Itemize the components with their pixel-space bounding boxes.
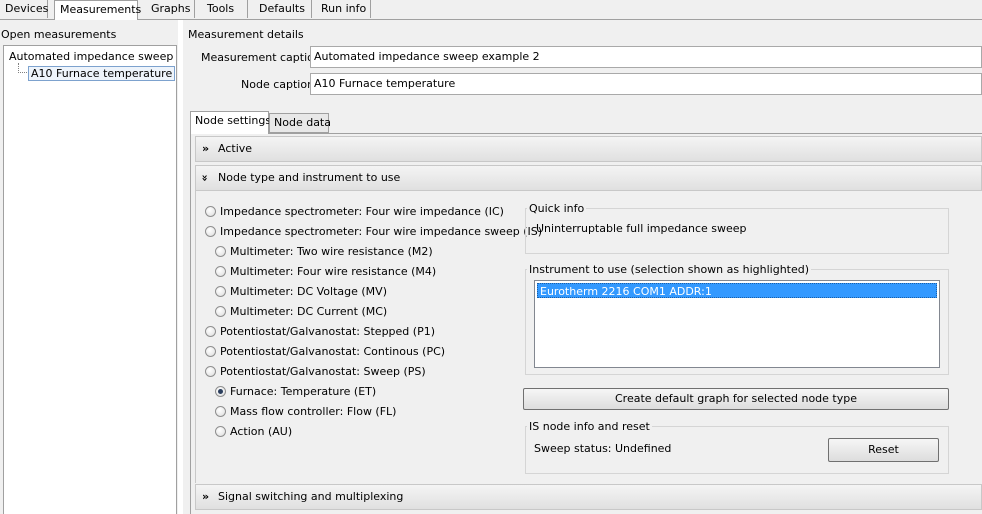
radio-label: Action (AU)	[230, 425, 293, 438]
node-caption-input[interactable]: A10 Furnace temperature	[310, 73, 982, 95]
radio-node-type-p1[interactable]: Potentiostat/Galvanostat: Stepped (P1)	[205, 325, 435, 338]
tab-graphs[interactable]: Graphs	[146, 0, 195, 18]
radio-button-icon	[215, 406, 226, 417]
radio-label: Furnace: Temperature (ET)	[230, 385, 377, 398]
radio-button-icon	[215, 266, 226, 277]
tab-defaults[interactable]: Defaults	[254, 0, 312, 18]
section-node-type-title: Node type and instrument to use	[218, 171, 401, 184]
radio-label: Multimeter: Four wire resistance (M4)	[230, 265, 437, 278]
radio-node-type-is[interactable]: Impedance spectrometer: Four wire impeda…	[205, 225, 542, 238]
radio-node-type-ps[interactable]: Potentiostat/Galvanostat: Sweep (PS)	[205, 365, 426, 378]
collapse-chevron-icon: »	[198, 174, 212, 182]
measurement-caption-label: Measurement caption	[201, 51, 321, 64]
radio-button-icon	[205, 366, 216, 377]
radio-button-icon	[215, 246, 226, 257]
radio-node-type-mc[interactable]: Multimeter: DC Current (MC)	[215, 305, 387, 318]
radio-node-type-ic[interactable]: Impedance spectrometer: Four wire impeda…	[205, 205, 504, 218]
radio-button-checked-icon	[215, 386, 226, 397]
radio-button-icon	[215, 426, 226, 437]
radio-button-icon	[205, 326, 216, 337]
radio-button-icon	[205, 206, 216, 217]
expand-chevron-icon: »	[202, 142, 210, 155]
quick-info-text: Uninterruptable full impedance sweep	[536, 222, 747, 235]
tree-item-child[interactable]: A10 Furnace temperature	[28, 66, 176, 81]
tab-node-data[interactable]: Node data	[269, 113, 331, 133]
radio-button-icon	[205, 346, 216, 357]
radio-node-type-au[interactable]: Action (AU)	[215, 425, 292, 438]
radio-node-type-pc[interactable]: Potentiostat/Galvanostat: Continous (PC)	[205, 345, 445, 358]
open-measurements-title: Open measurements	[1, 28, 117, 41]
quick-info-title: Quick info	[527, 202, 587, 215]
measurement-details-title: Measurement details	[188, 28, 304, 41]
radio-button-icon	[205, 226, 216, 237]
radio-label: Potentiostat/Galvanostat: Continous (PC)	[220, 345, 446, 358]
radio-label: Multimeter: DC Current (MC)	[230, 305, 388, 318]
section-signal-switching-title: Signal switching and multiplexing	[218, 490, 404, 503]
tree-connector-line	[18, 72, 27, 73]
radio-button-icon	[215, 306, 226, 317]
section-node-type-header[interactable]: » Node type and instrument to use	[195, 165, 982, 191]
radio-button-icon	[215, 286, 226, 297]
tab-run-info[interactable]: Run info	[316, 0, 371, 18]
expand-chevron-icon: »	[202, 490, 210, 503]
sweep-status-text: Sweep status: Undefined	[534, 442, 672, 455]
measurement-caption-input[interactable]: Automated impedance sweep example 2	[310, 46, 982, 68]
measurements-tree[interactable]: Automated impedance sweep exar A10 Furna…	[3, 45, 177, 514]
tab-devices[interactable]: Devices	[0, 0, 48, 18]
node-caption-label: Node caption	[241, 78, 315, 91]
create-default-graph-button[interactable]: Create default graph for selected node t…	[523, 388, 949, 410]
instrument-list-item-selected[interactable]: Eurotherm 2216 COM1 ADDR:1	[537, 283, 937, 298]
section-active-header[interactable]: » Active	[195, 136, 982, 162]
section-active-title: Active	[218, 142, 253, 155]
radio-label: Potentiostat/Galvanostat: Sweep (PS)	[220, 365, 426, 378]
tree-item-root[interactable]: Automated impedance sweep exar	[9, 50, 176, 63]
radio-label: Multimeter: Two wire resistance (M2)	[230, 245, 433, 258]
main-tab-bar: Devices Measurements Graphs Tools Defaul…	[0, 0, 982, 20]
tab-measurements[interactable]: Measurements	[54, 0, 141, 20]
radio-label: Impedance spectrometer: Four wire impeda…	[220, 205, 504, 218]
radio-node-type-fl[interactable]: Mass flow controller: Flow (FL)	[215, 405, 396, 418]
radio-node-type-m4[interactable]: Multimeter: Four wire resistance (M4)	[215, 265, 436, 278]
radio-node-type-m2[interactable]: Multimeter: Two wire resistance (M2)	[215, 245, 433, 258]
radio-label: Potentiostat/Galvanostat: Stepped (P1)	[220, 325, 435, 338]
section-signal-switching-header[interactable]: » Signal switching and multiplexing	[195, 484, 982, 510]
radio-label: Mass flow controller: Flow (FL)	[230, 405, 397, 418]
is-node-info-title: IS node info and reset	[527, 420, 652, 433]
instrument-title: Instrument to use (selection shown as hi…	[527, 263, 812, 276]
radio-label: Multimeter: DC Voltage (MV)	[230, 285, 387, 298]
radio-label: Impedance spectrometer: Four wire impeda…	[220, 225, 542, 238]
reset-button[interactable]: Reset	[828, 438, 939, 462]
radio-node-type-mv[interactable]: Multimeter: DC Voltage (MV)	[215, 285, 387, 298]
radio-node-type-et[interactable]: Furnace: Temperature (ET)	[215, 385, 376, 398]
tab-node-settings[interactable]: Node settings	[190, 111, 271, 134]
tab-tools[interactable]: Tools	[202, 0, 248, 18]
instrument-list[interactable]: Eurotherm 2216 COM1 ADDR:1	[534, 280, 940, 368]
